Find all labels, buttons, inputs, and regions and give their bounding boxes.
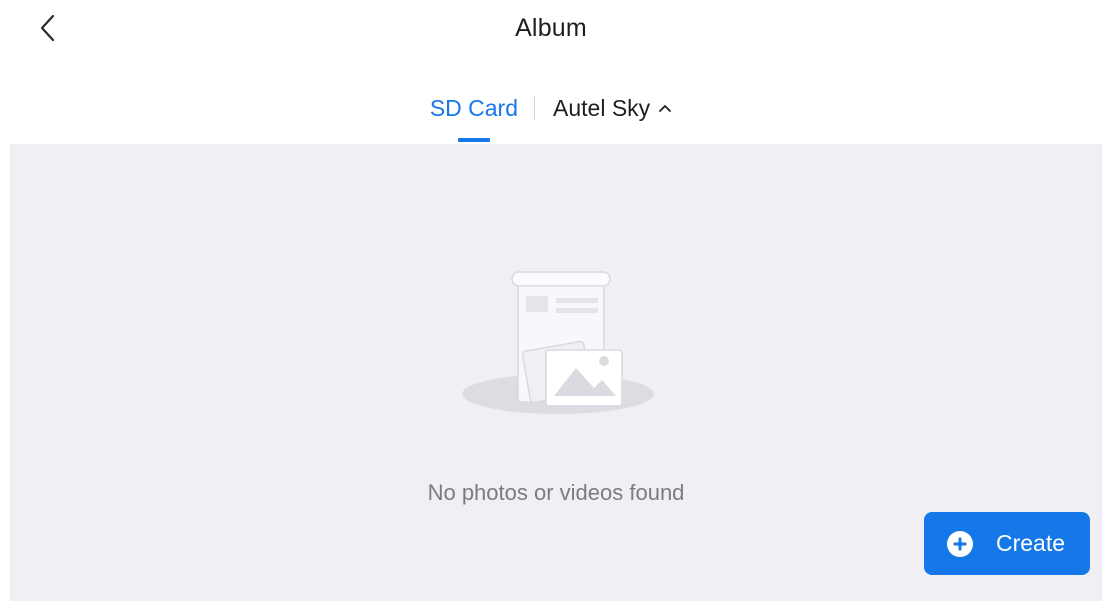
tab-autel-sky[interactable]: Autel Sky [547, 88, 678, 128]
source-tabs: SD Card Autel Sky [0, 88, 1102, 144]
header: Album [0, 0, 1102, 60]
album-screen: Album SD Card Autel Sky No photos or vid… [0, 0, 1102, 601]
create-button-label: Create [996, 530, 1066, 556]
tab-autel-sky-label: Autel Sky [553, 95, 651, 121]
tab-sd-card[interactable]: SD Card [424, 88, 524, 142]
plus-circle-icon [947, 530, 973, 557]
active-tab-indicator [457, 138, 490, 142]
media-content-area: No photos or videos found Create [10, 144, 1102, 601]
tab-divider [534, 96, 536, 120]
page-title: Album [515, 14, 587, 42]
tab-sd-card-label: SD Card [429, 95, 519, 121]
create-button[interactable]: Create [924, 512, 1090, 575]
empty-album-illustration [462, 271, 654, 414]
chevron-up-icon [659, 105, 672, 112]
empty-state-message: No photos or videos found [427, 480, 685, 505]
